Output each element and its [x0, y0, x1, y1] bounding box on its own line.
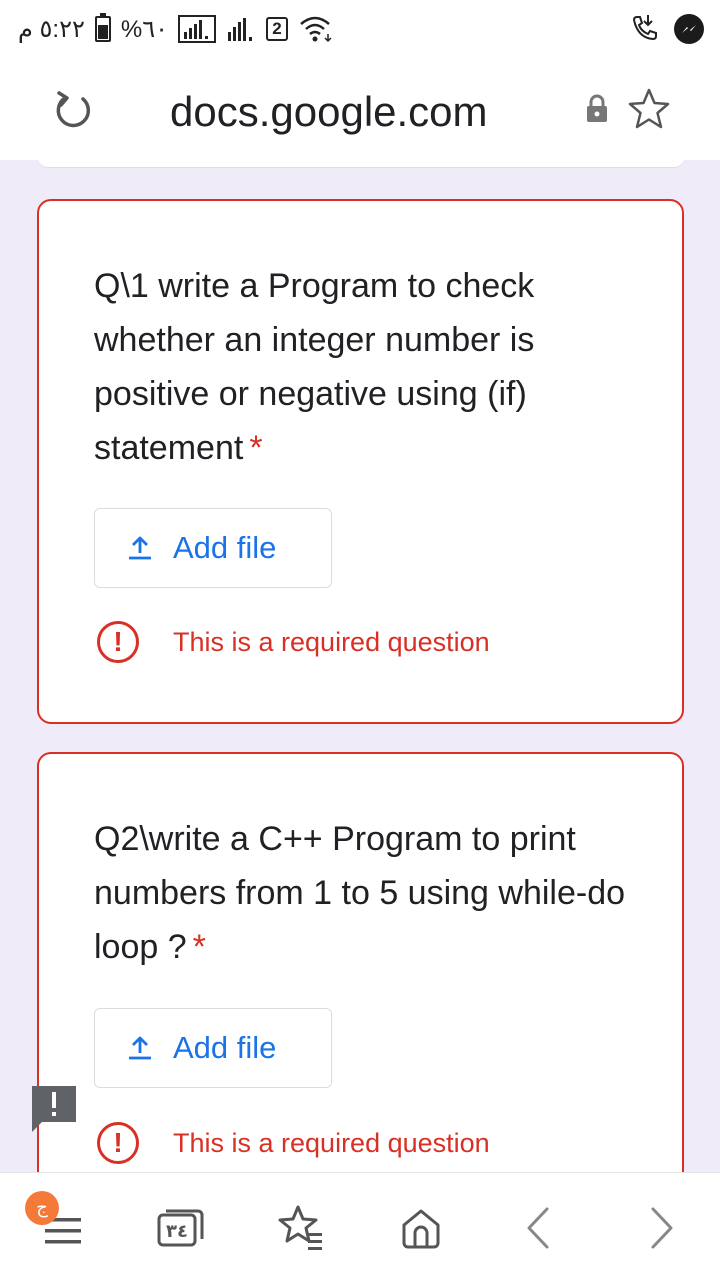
- question-text: Q\1 write a Program to check whether an …: [94, 267, 535, 467]
- question-card-1: Q\1 write a Program to check whether an …: [37, 199, 684, 724]
- add-file-button[interactable]: Add file: [94, 1008, 332, 1088]
- report-feedback-icon[interactable]: [32, 1086, 76, 1136]
- wifi-icon: [298, 14, 334, 44]
- back-icon[interactable]: [514, 1203, 564, 1253]
- status-bar: ٥:٢٢ م %٦٠ 2: [0, 0, 720, 60]
- status-right: [628, 12, 704, 46]
- home-icon[interactable]: [396, 1203, 446, 1253]
- question-card-2: Q2\write a C++ Program to print numbers …: [37, 752, 684, 1172]
- error-icon: !: [97, 1122, 139, 1164]
- question-title: Q2\write a C++ Program to print numbers …: [94, 812, 644, 974]
- tabs-count: ٣٤: [166, 1220, 188, 1241]
- browser-bottom-bar: ج ٣٤: [0, 1172, 720, 1280]
- lock-icon: [586, 94, 608, 124]
- sim-badge: 2: [266, 17, 288, 41]
- tabs-icon[interactable]: ٣٤: [156, 1203, 206, 1253]
- question-text: Q2\write a C++ Program to print numbers …: [94, 820, 626, 966]
- required-asterisk: *: [249, 429, 263, 467]
- error-text: This is a required question: [173, 1127, 490, 1158]
- add-file-label: Add file: [173, 1030, 277, 1065]
- upload-icon: [127, 1035, 153, 1061]
- add-file-button[interactable]: Add file: [94, 508, 332, 588]
- error-text: This is a required question: [173, 626, 490, 657]
- clock: ٥:٢٢ م: [18, 15, 85, 43]
- upload-icon: [127, 535, 153, 561]
- previous-card-edge: [38, 160, 684, 168]
- battery-icon: [94, 13, 111, 42]
- menu-notification-badge: ج: [25, 1191, 59, 1225]
- question-title: Q\1 write a Program to check whether an …: [94, 259, 644, 475]
- required-error: ! This is a required question: [97, 1122, 490, 1164]
- signal-icon: [226, 14, 256, 44]
- battery-percent: %٦٠: [120, 15, 168, 43]
- form-content: Q\1 write a Program to check whether an …: [0, 160, 720, 1172]
- required-error: ! This is a required question: [97, 621, 490, 663]
- signal-icon: [178, 14, 216, 44]
- required-asterisk: *: [192, 928, 206, 966]
- url-text[interactable]: docs.google.com: [170, 88, 488, 136]
- messenger-icon: [674, 14, 704, 44]
- forward-icon[interactable]: [636, 1203, 686, 1253]
- call-icon: [628, 12, 662, 46]
- bookmark-star-icon[interactable]: [626, 86, 672, 132]
- add-file-label: Add file: [173, 530, 277, 565]
- status-left: ٥:٢٢ م %٦٠ 2: [18, 12, 334, 46]
- bookmarks-icon[interactable]: [276, 1203, 326, 1253]
- reload-icon[interactable]: [50, 87, 96, 133]
- browser-url-bar: docs.google.com: [0, 60, 720, 160]
- error-icon: !: [97, 621, 139, 663]
